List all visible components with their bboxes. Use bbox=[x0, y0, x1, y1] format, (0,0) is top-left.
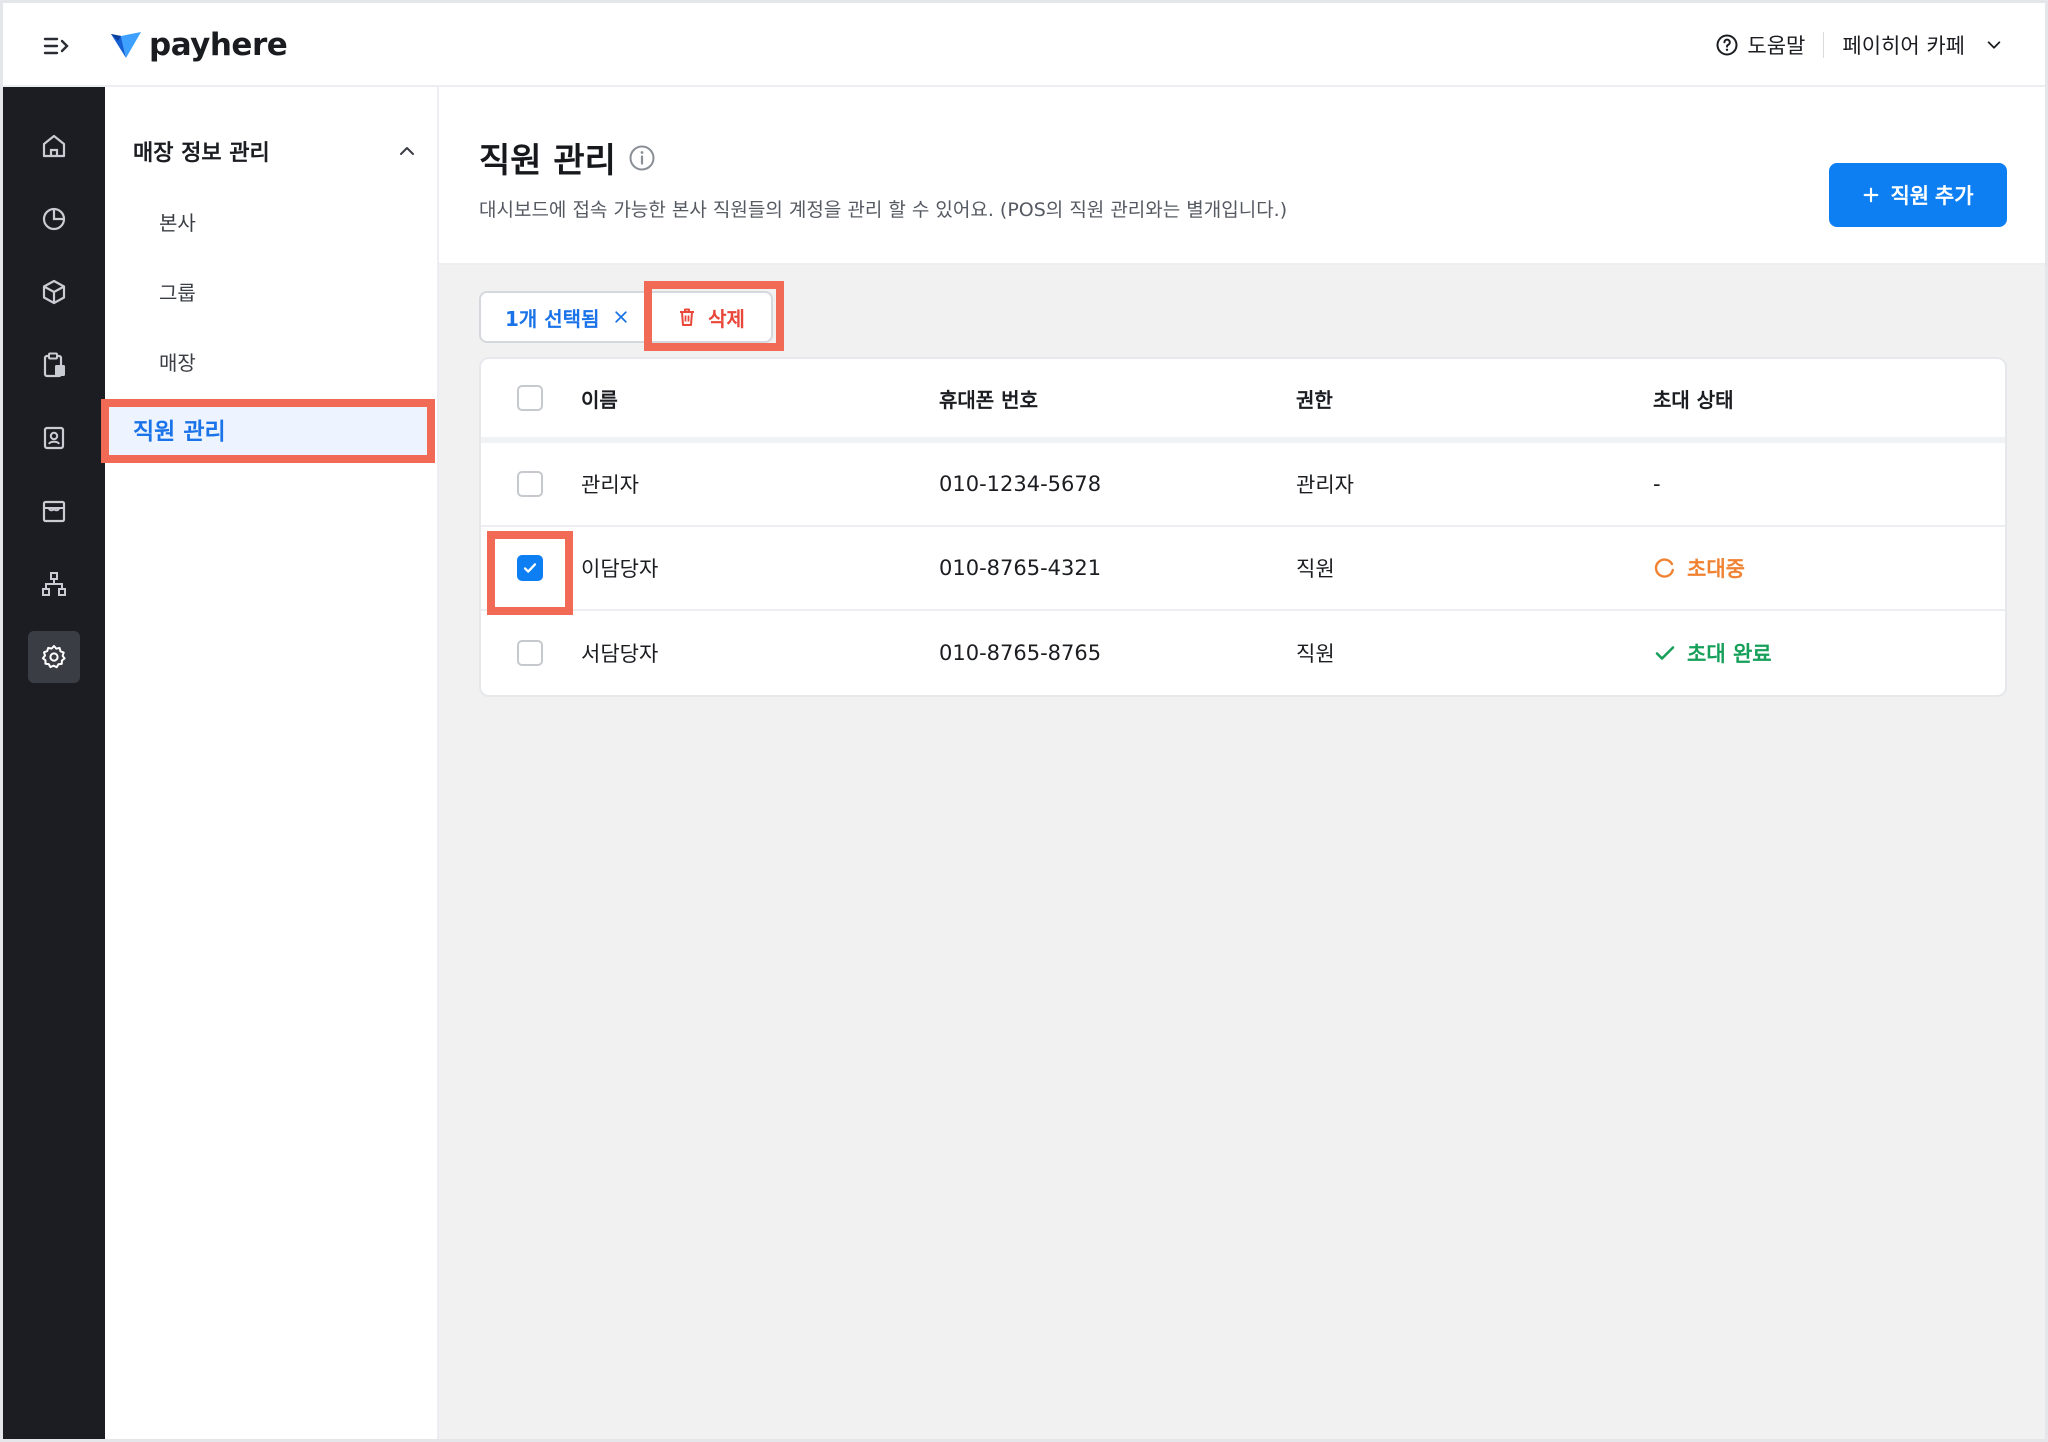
main-content: 직원 관리 대시보드에 접속 가능한 본사 직원들의 계정을 관리 할 수 있어… bbox=[439, 87, 2045, 1439]
row-status: - bbox=[1653, 472, 1661, 496]
clipboard-icon[interactable] bbox=[28, 339, 80, 391]
store-icon[interactable] bbox=[28, 485, 80, 537]
org-chart-icon[interactable] bbox=[28, 558, 80, 610]
delete-button[interactable]: 삭제 bbox=[649, 291, 774, 343]
subnav-item-headquarters[interactable]: 본사 bbox=[159, 207, 196, 236]
app-frame: payhere 도움말 페이히어 카페 매장 정보 관리 본사 그룹 매장 직원… bbox=[0, 0, 2048, 1442]
subnav-group-store-info[interactable]: 매장 정보 관리 bbox=[133, 131, 417, 171]
check-icon bbox=[1655, 646, 1675, 660]
brand-name: payhere bbox=[149, 27, 288, 63]
row-phone: 010-8765-8765 bbox=[939, 641, 1102, 665]
row-phone: 010-8765-4321 bbox=[939, 556, 1102, 580]
close-icon[interactable] bbox=[613, 309, 629, 325]
checkmark-icon bbox=[523, 563, 537, 573]
subnav-item-store[interactable]: 매장 bbox=[159, 347, 196, 376]
status-text: 초대 완료 bbox=[1687, 642, 1772, 666]
settings-subnav: 매장 정보 관리 본사 그룹 매장 직원 관리 bbox=[101, 87, 439, 1439]
trash-icon bbox=[680, 308, 695, 326]
row-select-cell bbox=[517, 640, 543, 666]
plus-icon bbox=[1864, 187, 1879, 203]
row-checkbox[interactable] bbox=[517, 555, 543, 581]
delete-label: 삭제 bbox=[708, 306, 745, 331]
row-name: 관리자 bbox=[581, 473, 639, 497]
header-phone: 휴대폰 번호 bbox=[939, 387, 1038, 412]
table-row[interactable]: 서담당자 010-8765-8765 직원 초대 완료 bbox=[481, 611, 2005, 695]
header-role: 권한 bbox=[1296, 387, 1333, 412]
row-phone: 010-1234-5678 bbox=[939, 472, 1102, 496]
help-link[interactable]: 도움말 bbox=[1715, 30, 1805, 60]
table-row[interactable]: 관리자 010-1234-5678 관리자 - bbox=[481, 443, 2005, 527]
box-icon[interactable] bbox=[28, 266, 80, 318]
subnav-item-staff-management[interactable]: 직원 관리 bbox=[105, 399, 435, 459]
row-role: 관리자 bbox=[1296, 473, 1354, 497]
row-checkbox[interactable] bbox=[517, 471, 543, 497]
menu-collapse-icon[interactable] bbox=[41, 31, 71, 61]
status-text: - bbox=[1653, 472, 1661, 496]
help-label: 도움말 bbox=[1747, 34, 1806, 58]
table-header-row: 이름 휴대폰 번호 권한 초대 상태 bbox=[481, 359, 2005, 443]
brand-logo[interactable]: payhere bbox=[109, 27, 288, 63]
home-icon[interactable] bbox=[28, 120, 80, 172]
row-status: 초대 완료 bbox=[1653, 638, 1772, 668]
row-role: 직원 bbox=[1296, 642, 1335, 666]
header-divider bbox=[1823, 32, 1825, 58]
row-name: 서담당자 bbox=[581, 642, 659, 666]
header-name: 이름 bbox=[581, 387, 618, 412]
page-title: 직원 관리 bbox=[479, 141, 616, 181]
select-all-cell bbox=[517, 385, 543, 411]
header-actions: 도움말 페이히어 카페 bbox=[1715, 25, 2003, 65]
page-header: 직원 관리 대시보드에 접속 가능한 본사 직원들의 계정을 관리 할 수 있어… bbox=[439, 87, 2045, 265]
selection-toolbar: 1개 선택됨 삭제 bbox=[479, 291, 774, 343]
select-all-checkbox[interactable] bbox=[517, 385, 543, 411]
staff-table: 이름 휴대폰 번호 권한 초대 상태 관리자 010-1234-5678 관리자… bbox=[479, 357, 2007, 697]
chart-pie-icon[interactable] bbox=[28, 193, 80, 245]
page-description: 대시보드에 접속 가능한 본사 직원들의 계정을 관리 할 수 있어요. (PO… bbox=[479, 199, 1288, 221]
page-title-row: 직원 관리 bbox=[479, 133, 656, 182]
header-status: 초대 상태 bbox=[1653, 387, 1734, 412]
selection-count-label: 1개 선택됨 bbox=[505, 306, 600, 331]
chevron-down-icon bbox=[1987, 41, 2001, 49]
table-row[interactable]: 이담당자 010-8765-4321 직원 초대중 bbox=[481, 527, 2005, 611]
row-select-cell bbox=[517, 555, 543, 581]
row-role: 직원 bbox=[1296, 557, 1335, 581]
selection-count-chip[interactable]: 1개 선택됨 bbox=[479, 291, 650, 343]
top-header: payhere 도움말 페이히어 카페 bbox=[3, 3, 2045, 87]
status-text: 초대중 bbox=[1687, 557, 1745, 581]
subnav-item-group[interactable]: 그룹 bbox=[159, 277, 196, 306]
row-checkbox[interactable] bbox=[517, 640, 543, 666]
chevron-up-icon bbox=[400, 147, 414, 155]
loading-spinner-icon bbox=[1654, 558, 1674, 578]
store-name: 페이히어 카페 bbox=[1842, 34, 1965, 58]
settings-gear-icon[interactable] bbox=[28, 631, 80, 683]
row-select-cell bbox=[517, 471, 543, 497]
row-status: 초대중 bbox=[1653, 553, 1745, 583]
payhere-logo-icon bbox=[111, 32, 141, 58]
row-name: 이담당자 bbox=[581, 557, 659, 581]
icon-rail bbox=[3, 87, 105, 1439]
question-circle-icon bbox=[1716, 34, 1738, 56]
add-staff-button[interactable]: 직원 추가 bbox=[1829, 163, 2007, 227]
store-switcher[interactable]: 페이히어 카페 bbox=[1842, 30, 2003, 60]
subnav-group-label: 매장 정보 관리 bbox=[133, 141, 270, 166]
add-staff-label: 직원 추가 bbox=[1890, 185, 1974, 208]
info-icon[interactable] bbox=[628, 144, 656, 172]
contact-card-icon[interactable] bbox=[28, 412, 80, 464]
